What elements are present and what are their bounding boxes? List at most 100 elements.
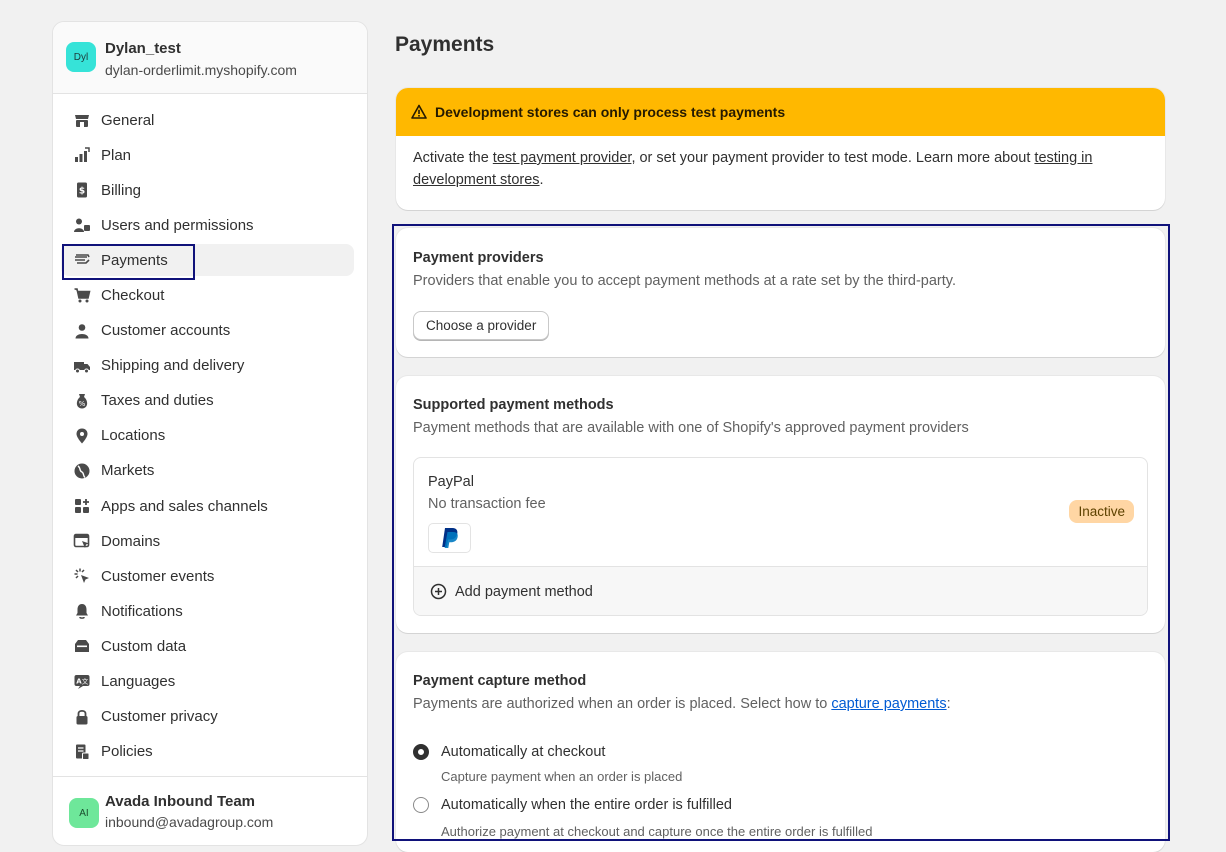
sidebar-item-label: Apps and sales channels bbox=[101, 497, 268, 515]
radio-help: Capture payment when an order is placed bbox=[441, 769, 683, 784]
capture-subtitle-text: Payments are authorized when an order is… bbox=[413, 696, 832, 712]
lock-icon bbox=[72, 707, 92, 727]
add-payment-method-button[interactable]: Add payment method bbox=[414, 566, 1147, 615]
globe-icon bbox=[72, 461, 92, 481]
providers-subtitle: Providers that enable you to accept paym… bbox=[413, 273, 956, 289]
user-footer[interactable]: AI Avada Inbound Team inbound@avadagroup… bbox=[53, 776, 367, 845]
method-fee: No transaction fee bbox=[428, 496, 546, 512]
sidebar-item-plan[interactable]: Plan bbox=[61, 139, 354, 171]
status-badge: Inactive bbox=[1069, 500, 1134, 523]
method-name: PayPal bbox=[428, 474, 474, 490]
sidebar-item-label: Users and permissions bbox=[101, 216, 254, 234]
warning-icon bbox=[411, 104, 427, 119]
store-name: Dylan_test bbox=[105, 40, 181, 57]
capture-payments-link[interactable]: capture payments bbox=[831, 696, 946, 712]
radio-button[interactable] bbox=[413, 797, 429, 813]
sidebar-item-markets[interactable]: Markets bbox=[61, 455, 354, 487]
user-name: Avada Inbound Team bbox=[105, 793, 256, 810]
sidebar-item-domains[interactable]: Domains bbox=[61, 525, 354, 557]
store-avatar: Dyl bbox=[66, 42, 96, 72]
sidebar-item-users-and-permissions[interactable]: Users and permissions bbox=[61, 209, 354, 241]
user-avatar: AI bbox=[69, 798, 99, 828]
sidebar-item-label: Billing bbox=[101, 181, 142, 199]
capture-subtitle: Payments are authorized when an order is… bbox=[413, 696, 951, 712]
supported-methods-card: Supported payment methods Payment method… bbox=[396, 376, 1165, 633]
store-icon bbox=[72, 110, 92, 130]
sidebar-item-label: Notifications bbox=[101, 602, 183, 620]
sidebar-item-label: Languages bbox=[101, 673, 176, 690]
sidebar-item-label: Taxes and duties bbox=[101, 392, 214, 410]
dev-store-banner: Development stores can only process test… bbox=[396, 88, 1165, 210]
paypal-method[interactable]: PayPal No transaction fee Inactive Add p… bbox=[413, 457, 1148, 616]
sidebar-item-label: Customer accounts bbox=[101, 322, 231, 340]
sidebar-item-label: Domains bbox=[101, 532, 161, 550]
add-method-label: Add payment method bbox=[455, 583, 593, 600]
payment-providers-card: Payment providers Providers that enable … bbox=[396, 228, 1165, 357]
test-provider-link[interactable]: test payment provider bbox=[493, 150, 632, 166]
sidebar-item-label: Payments bbox=[101, 251, 168, 269]
sidebar-item-customer-accounts[interactable]: Customer accounts bbox=[61, 315, 354, 347]
page-title: Payments bbox=[395, 33, 495, 56]
choose-provider-button[interactable]: Choose a provider bbox=[413, 311, 550, 340]
sidebar-item-label: Plan bbox=[101, 146, 132, 164]
sidebar-item-customer-events[interactable]: Customer events bbox=[61, 560, 354, 592]
radio-label: Automatically when the entire order is f… bbox=[441, 797, 732, 813]
sidebar-item-customer-privacy[interactable]: Customer privacy bbox=[61, 701, 354, 733]
sidebar-item-payments[interactable]: Payments bbox=[61, 244, 354, 277]
plan-icon bbox=[72, 145, 92, 165]
data-icon bbox=[72, 636, 92, 656]
payments-icon bbox=[72, 250, 92, 270]
domains-icon bbox=[72, 531, 92, 551]
billing-icon: $ bbox=[72, 180, 92, 200]
language-icon: A文 bbox=[72, 672, 92, 692]
sidebar-item-apps-and-sales-channels[interactable]: Apps and sales channels bbox=[61, 490, 354, 522]
sidebar-item-languages[interactable]: A 文 Languages bbox=[61, 666, 354, 698]
sidebar-item-general[interactable]: General bbox=[61, 104, 354, 136]
users-icon bbox=[72, 215, 92, 235]
store-header[interactable]: Dyl Dylan_test dylan-orderlimit.myshopif… bbox=[53, 22, 367, 94]
user-email: inbound@avadagroup.com bbox=[105, 814, 274, 830]
payment-capture-card: Payment capture method Payments are auth… bbox=[396, 652, 1165, 852]
settings-nav: General Plan $ Billing Users and permissions… bbox=[53, 104, 367, 771]
location-icon bbox=[72, 426, 92, 446]
cart-icon bbox=[72, 285, 92, 305]
sidebar-item-label: Markets bbox=[101, 462, 155, 480]
bell-icon bbox=[72, 601, 92, 621]
sidebar-item-notifications[interactable]: Notifications bbox=[61, 595, 354, 627]
sidebar-item-checkout[interactable]: Checkout bbox=[61, 279, 354, 311]
radio-button-checked[interactable] bbox=[413, 744, 429, 760]
store-domain: dylan-orderlimit.myshopify.com bbox=[105, 62, 297, 78]
capture-title: Payment capture method bbox=[413, 673, 587, 689]
sidebar-item-label: Custom data bbox=[101, 637, 187, 655]
sidebar-item-label: Checkout bbox=[101, 286, 165, 304]
banner-text-2: , or set your payment provider to test m… bbox=[631, 150, 1035, 166]
sidebar-item-custom-data[interactable]: Custom data bbox=[61, 630, 354, 662]
sidebar-item-locations[interactable]: Locations bbox=[61, 420, 354, 452]
banner-title: Development stores can only process test… bbox=[435, 104, 786, 120]
sidebar-item-label: Policies bbox=[101, 743, 153, 761]
sidebar-item-label: Locations bbox=[101, 427, 166, 445]
svg-text:$: $ bbox=[79, 187, 85, 197]
banner-body: Activate the test payment provider, or s… bbox=[396, 136, 1165, 191]
sidebar-item-label: Customer privacy bbox=[101, 708, 218, 726]
methods-title: Supported payment methods bbox=[413, 397, 614, 413]
svg-text:文: 文 bbox=[82, 676, 89, 685]
sidebar-item-shipping-and-delivery[interactable]: Shipping and delivery bbox=[61, 350, 354, 382]
methods-subtitle: Payment methods that are available with … bbox=[413, 420, 969, 436]
svg-text:%: % bbox=[79, 400, 86, 408]
providers-title: Payment providers bbox=[413, 250, 544, 266]
capture-subtitle-end: : bbox=[946, 696, 951, 712]
cursor-icon bbox=[72, 566, 92, 586]
banner-text-3: . bbox=[539, 172, 544, 188]
paypal-logo-icon bbox=[428, 523, 471, 553]
policy-icon bbox=[72, 742, 92, 762]
banner-text-1: Activate the bbox=[413, 150, 493, 166]
tax-icon: % bbox=[72, 391, 92, 411]
sidebar-item-billing[interactable]: $ Billing bbox=[61, 174, 354, 206]
person-icon bbox=[72, 321, 92, 341]
sidebar-item-policies[interactable]: Policies bbox=[61, 736, 354, 768]
sidebar-item-taxes-and-duties[interactable]: % Taxes and duties bbox=[61, 385, 354, 417]
radio-auto-checkout[interactable]: Automatically at checkout bbox=[413, 744, 605, 760]
radio-auto-fulfilled[interactable]: Automatically when the entire order is f… bbox=[413, 797, 732, 813]
banner-header: Development stores can only process test… bbox=[396, 88, 1165, 136]
